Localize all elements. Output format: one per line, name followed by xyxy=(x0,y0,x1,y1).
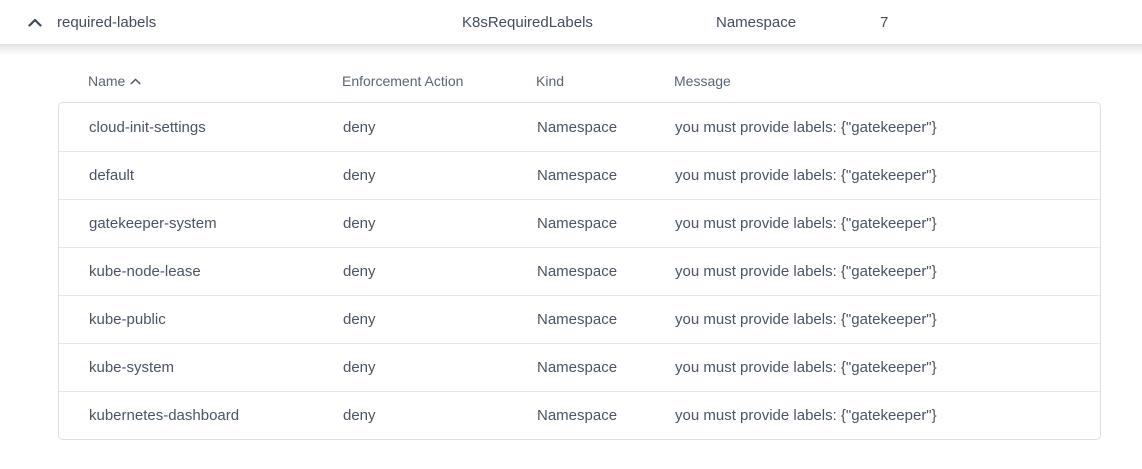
cell-message: you must provide labels: {"gatekeeper"} xyxy=(675,119,1100,136)
column-header-name-label: Name xyxy=(88,73,125,89)
column-header-message-label: Message xyxy=(674,73,731,89)
collapse-button[interactable] xyxy=(22,9,48,35)
cell-name: kube-node-lease xyxy=(89,263,343,280)
table-row[interactable]: kubernetes-dashboard deny Namespace you … xyxy=(59,391,1100,439)
table-row[interactable]: gatekeeper-system deny Namespace you mus… xyxy=(59,199,1100,247)
cell-name: kubernetes-dashboard xyxy=(89,407,343,424)
table-row[interactable]: kube-system deny Namespace you must prov… xyxy=(59,343,1100,391)
cell-message: you must provide labels: {"gatekeeper"} xyxy=(675,407,1100,424)
cell-message: you must provide labels: {"gatekeeper"} xyxy=(675,359,1100,376)
cell-message: you must provide labels: {"gatekeeper"} xyxy=(675,215,1100,232)
cell-message: you must provide labels: {"gatekeeper"} xyxy=(675,167,1100,184)
cell-kind: Namespace xyxy=(537,407,675,424)
column-header-kind-label: Kind xyxy=(536,73,564,89)
cell-enforcement-action: deny xyxy=(343,407,537,424)
cell-name: default xyxy=(89,167,343,184)
cell-enforcement-action: deny xyxy=(343,119,537,136)
violations-table: cloud-init-settings deny Namespace you m… xyxy=(58,102,1101,440)
table-row[interactable]: cloud-init-settings deny Namespace you m… xyxy=(59,103,1100,151)
sort-ascending-icon xyxy=(130,78,141,85)
cell-name: kube-public xyxy=(89,311,343,328)
cell-name: cloud-init-settings xyxy=(89,119,343,136)
cell-kind: Namespace xyxy=(537,167,675,184)
cell-kind: Namespace xyxy=(537,311,675,328)
column-header-message[interactable]: Message xyxy=(674,73,1101,89)
cell-kind: Namespace xyxy=(537,119,675,136)
cell-enforcement-action: deny xyxy=(343,215,537,232)
constraint-name: required-labels xyxy=(57,14,156,31)
column-header-name[interactable]: Name xyxy=(88,73,342,89)
column-header-kind[interactable]: Kind xyxy=(536,73,674,89)
violations-table-header: Name Enforcement Action Kind Message xyxy=(58,44,1101,102)
column-header-enforcement-action-label: Enforcement Action xyxy=(342,73,463,89)
constraint-accordion-header[interactable]: required-labels K8sRequiredLabels Namesp… xyxy=(0,0,1142,44)
cell-kind: Namespace xyxy=(537,359,675,376)
table-row[interactable]: default deny Namespace you must provide … xyxy=(59,151,1100,199)
table-row[interactable]: kube-node-lease deny Namespace you must … xyxy=(59,247,1100,295)
cell-enforcement-action: deny xyxy=(343,311,537,328)
table-row[interactable]: kube-public deny Namespace you must prov… xyxy=(59,295,1100,343)
cell-enforcement-action: deny xyxy=(343,359,537,376)
cell-kind: Namespace xyxy=(537,263,675,280)
cell-enforcement-action: deny xyxy=(343,167,537,184)
column-header-enforcement-action[interactable]: Enforcement Action xyxy=(342,73,536,89)
cell-kind: Namespace xyxy=(537,215,675,232)
constraint-kind: K8sRequiredLabels xyxy=(462,14,593,31)
cell-enforcement-action: deny xyxy=(343,263,537,280)
cell-name: gatekeeper-system xyxy=(89,215,343,232)
violation-count: 7 xyxy=(880,14,888,31)
constraint-target-kind: Namespace xyxy=(716,14,796,31)
cell-message: you must provide labels: {"gatekeeper"} xyxy=(675,311,1100,328)
chevron-up-icon xyxy=(28,18,42,27)
cell-name: kube-system xyxy=(89,359,343,376)
cell-message: you must provide labels: {"gatekeeper"} xyxy=(675,263,1100,280)
